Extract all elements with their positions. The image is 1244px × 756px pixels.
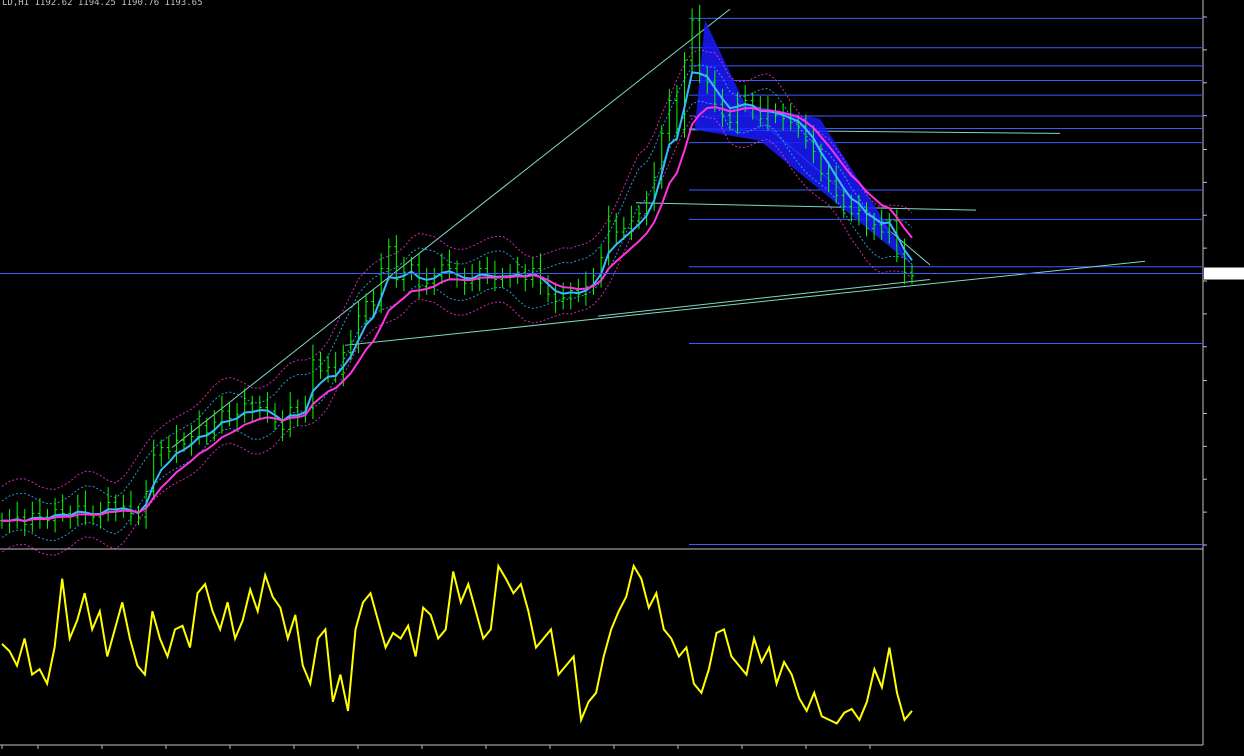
symbol-header: LD,H1 1192.62 1194.25 1190.76 1193.65 [2, 0, 202, 8]
chart-background [0, 0, 1244, 756]
trading-chart[interactable]: LD,H1 1192.62 1194.25 1190.76 1193.65 [0, 0, 1244, 756]
current-price-box [1204, 267, 1244, 280]
